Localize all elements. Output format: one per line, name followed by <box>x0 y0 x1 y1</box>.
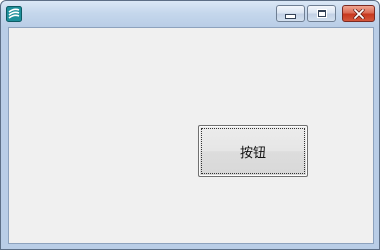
maximize-icon <box>317 10 326 17</box>
app-icon[interactable] <box>6 6 22 22</box>
maximize-button[interactable] <box>307 5 336 22</box>
main-button-label: 按钮 <box>239 145 266 161</box>
minimize-icon <box>285 13 296 19</box>
client-area: 按钮 <box>8 27 374 244</box>
app-window: 按钮 <box>0 0 380 250</box>
close-button[interactable] <box>342 5 375 22</box>
close-icon <box>352 8 365 19</box>
title-bar[interactable] <box>1 1 379 27</box>
minimize-button[interactable] <box>276 5 305 22</box>
main-button[interactable]: 按钮 <box>198 125 308 177</box>
